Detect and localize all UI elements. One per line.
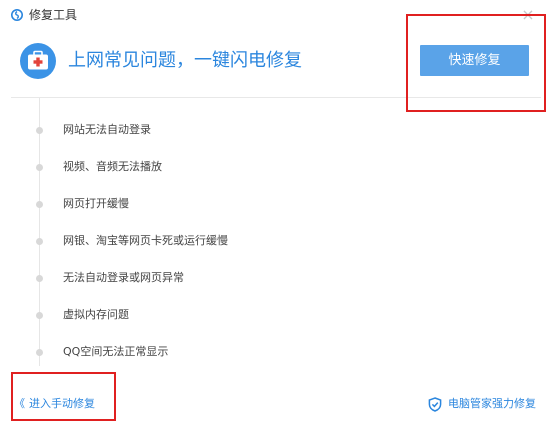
title-bar: 修复工具 × — [0, 0, 554, 30]
issue-label: 虚拟内存问题 — [63, 308, 129, 321]
timeline-dot — [36, 349, 43, 356]
list-item: 网银、淘宝等网页卡死或运行缓慢 — [0, 231, 400, 251]
timeline-dot — [36, 312, 43, 319]
timeline-dot — [36, 127, 43, 134]
timeline-dot — [36, 164, 43, 171]
window-title: 修复工具 — [29, 8, 78, 22]
issue-label: 无法自动登录或网页异常 — [63, 271, 184, 284]
list-item: QQ空间无法正常显示 — [0, 342, 400, 362]
list-item: 虚拟内存问题 — [0, 305, 400, 325]
list-item: 网页打开缓慢 — [0, 194, 400, 214]
timeline-dot — [36, 201, 43, 208]
timeline-dot — [36, 275, 43, 282]
issue-label: QQ空间无法正常显示 — [63, 345, 169, 358]
headline: 上网常见问题，一键闪电修复 — [68, 50, 302, 71]
shield-check-icon — [428, 397, 442, 412]
issue-label: 网站无法自动登录 — [63, 123, 151, 136]
app-logo-icon — [11, 9, 23, 21]
timeline-dot — [36, 238, 43, 245]
issue-label: 网页打开缓慢 — [63, 197, 129, 210]
close-button[interactable]: × — [518, 5, 538, 25]
quick-fix-button[interactable]: 快速修复 — [420, 45, 529, 76]
list-item: 无法自动登录或网页异常 — [0, 268, 400, 288]
issue-label: 视频、音频无法播放 — [63, 160, 162, 173]
first-aid-kit-icon — [20, 43, 56, 79]
issue-label: 网银、淘宝等网页卡死或运行缓慢 — [63, 234, 228, 247]
pc-manager-repair-label: 电脑管家强力修复 — [448, 397, 536, 410]
issue-list: 网站无法自动登录 视频、音频无法播放 网页打开缓慢 网银、淘宝等网页卡死或运行缓… — [0, 98, 554, 366]
manual-repair-label: 进入手动修复 — [29, 397, 95, 410]
manual-repair-link[interactable]: 《进入手动修复 — [14, 396, 95, 412]
chevron-left-icon: 《 — [14, 397, 25, 410]
list-item: 网站无法自动登录 — [0, 120, 400, 140]
list-item: 视频、音频无法播放 — [0, 157, 400, 177]
